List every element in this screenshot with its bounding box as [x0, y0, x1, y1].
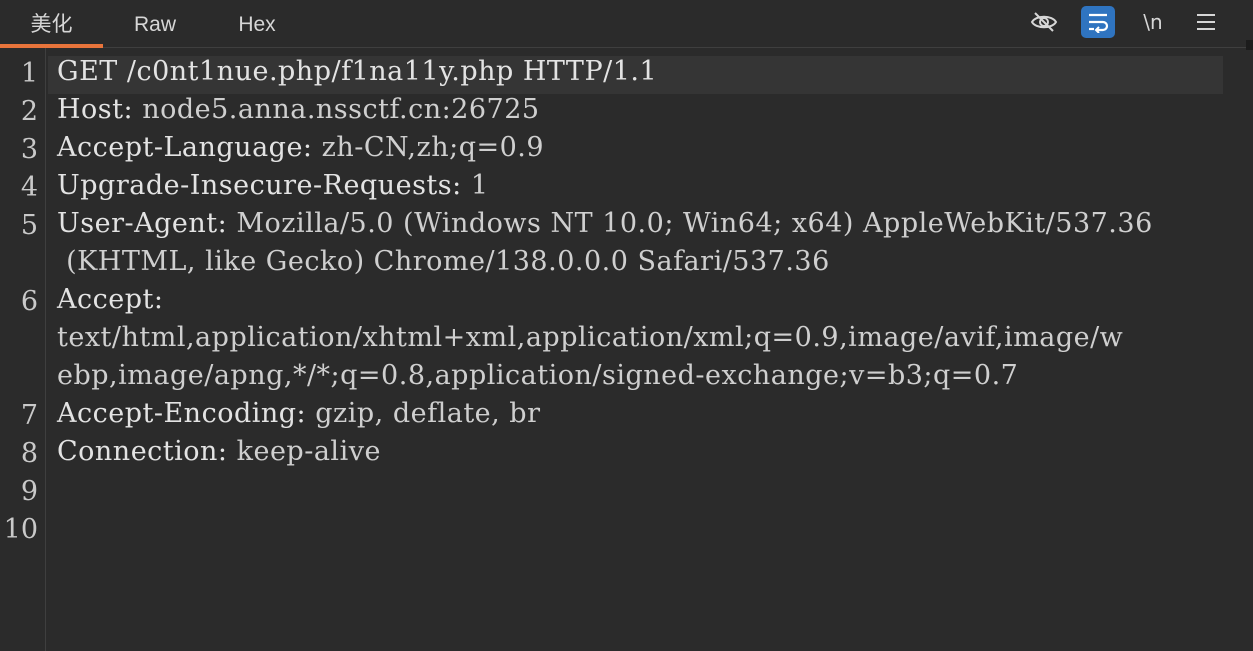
- line-number: 8: [20, 438, 38, 469]
- header-value: zh-CN,zh;q=0.9: [321, 132, 545, 163]
- show-newlines-button[interactable]: \n: [1136, 6, 1170, 38]
- newline-label: \n: [1143, 10, 1163, 34]
- tab-raw[interactable]: Raw: [110, 0, 200, 47]
- line-number: 3: [20, 134, 38, 165]
- tab-hex[interactable]: Hex: [212, 0, 302, 47]
- tab-hex-label: Hex: [238, 13, 276, 36]
- line-text-wrapped: ebp,image/apng,*/*;q=0.8,application/sig…: [57, 357, 1217, 395]
- header-value: gzip, deflate, br: [315, 398, 541, 429]
- request-editor[interactable]: 1 GET /c0nt1nue.php/f1na11y.php HTTP/1.1…: [0, 48, 1253, 651]
- line-text-wrapped: text/html,application/xhtml+xml,applicat…: [57, 319, 1217, 357]
- header-value: node5.anna.nssctf.cn:26725: [142, 94, 540, 125]
- tab-pretty-label: 美化: [30, 13, 73, 36]
- header-name: Upgrade-Insecure-Requests:: [57, 170, 471, 201]
- line-number: 2: [20, 96, 38, 127]
- line-text: Host: node5.anna.nssctf.cn:26725: [57, 91, 1217, 129]
- header-name: User-Agent:: [57, 208, 237, 239]
- header-value-continued: ebp,image/apng,*/*;q=0.8,application/sig…: [57, 360, 1019, 391]
- line-text: Upgrade-Insecure-Requests: 1: [57, 167, 1217, 205]
- header-name: Connection:: [57, 436, 237, 467]
- line-text: Accept-Language: zh-CN,zh;q=0.9: [57, 129, 1217, 167]
- request-line: GET /c0nt1nue.php/f1na11y.php HTTP/1.1: [57, 56, 658, 87]
- line-number: 7: [20, 400, 38, 431]
- header-value-continued: text/html,application/xhtml+xml,applicat…: [57, 322, 1124, 353]
- line-number: 1: [20, 58, 38, 89]
- wrap-lines-button[interactable]: [1081, 6, 1115, 38]
- eye-slash-icon: [1030, 12, 1058, 32]
- gutter-divider: [45, 48, 46, 651]
- hamburger-menu-icon: [1197, 14, 1215, 30]
- header-value: 1: [470, 170, 489, 201]
- header-value: Mozilla/5.0 (Windows NT 10.0; Win64; x64…: [236, 208, 1153, 239]
- tab-pretty[interactable]: 美化: [0, 0, 103, 48]
- header-name: Host:: [57, 94, 143, 125]
- header-name: Accept-Encoding:: [57, 398, 316, 429]
- line-text: Connection: keep-alive: [57, 433, 1217, 471]
- header-name: Accept-Language:: [57, 132, 322, 163]
- header-name: Accept:: [57, 284, 164, 315]
- line-text: Accept:: [57, 281, 1217, 319]
- line-number: 9: [20, 476, 38, 507]
- header-value-continued: (KHTML, like Gecko) Chrome/138.0.0.0 Saf…: [57, 246, 830, 277]
- line-text: Accept-Encoding: gzip, deflate, br: [57, 395, 1217, 433]
- line-text: User-Agent: Mozilla/5.0 (Windows NT 10.0…: [57, 205, 1217, 243]
- line-number: 5: [20, 210, 38, 241]
- hide-nonprinting-button[interactable]: [1027, 6, 1061, 38]
- line-text: GET /c0nt1nue.php/f1na11y.php HTTP/1.1: [57, 53, 1217, 91]
- wrap-lines-icon: [1089, 13, 1109, 33]
- tab-raw-label: Raw: [133, 13, 176, 36]
- line-number: 10: [3, 514, 38, 545]
- header-value: keep-alive: [236, 436, 381, 467]
- line-text-wrapped: (KHTML, like Gecko) Chrome/138.0.0.0 Saf…: [57, 243, 1217, 281]
- line-number: 4: [20, 172, 38, 203]
- tab-bar: 美化 Raw Hex \n: [0, 0, 1253, 48]
- options-menu-button[interactable]: [1189, 6, 1223, 38]
- line-number: 6: [20, 286, 38, 317]
